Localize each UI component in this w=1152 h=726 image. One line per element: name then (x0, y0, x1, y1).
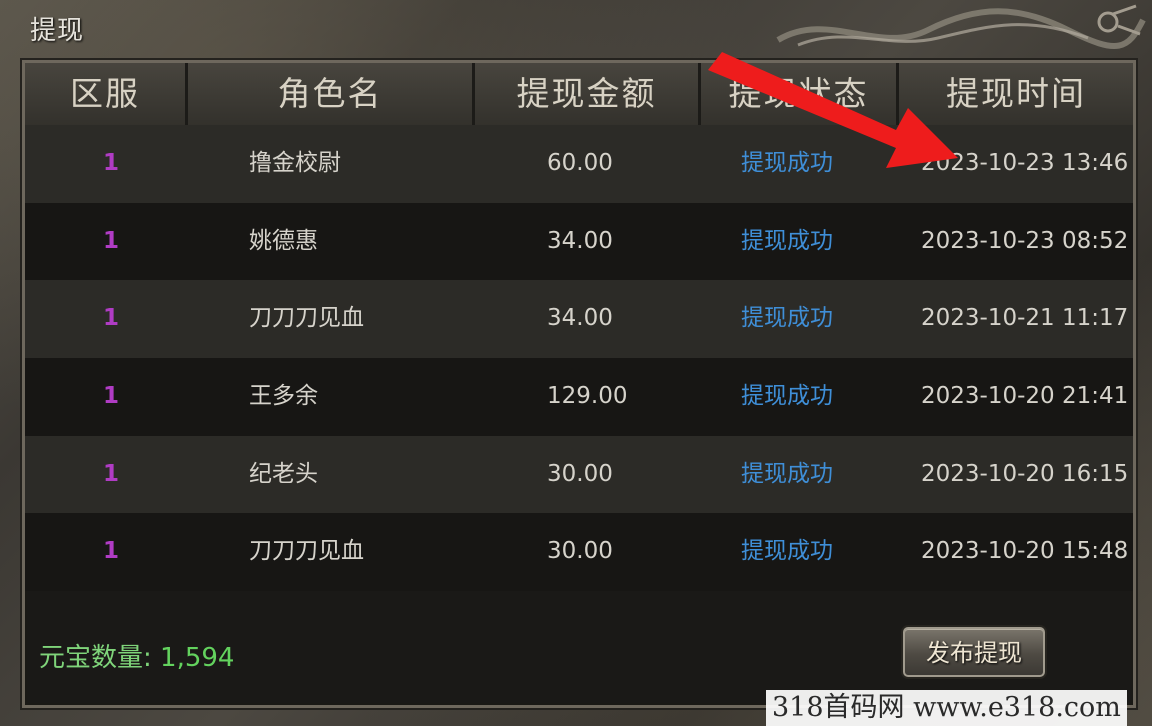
zone-cell: 1 (103, 538, 120, 565)
gold-ingot-balance: 元宝数量: 1,594 (39, 637, 234, 674)
dragon-ornament-icon (776, 4, 1146, 49)
role-name-cell: 刀刀刀见血 (249, 538, 364, 565)
role-name-cell: 纪老头 (249, 460, 318, 487)
amount-cell: 34.00 (547, 227, 613, 254)
window-title: 提现 (30, 16, 85, 46)
amount-cell: 34.00 (547, 305, 613, 332)
time-cell: 2023-10-20 16:15 (921, 460, 1129, 487)
balance-value: 1,594 (160, 643, 235, 673)
role-name-cell: 撸金校尉 (249, 150, 341, 176)
amount-cell: 129.00 (547, 383, 628, 410)
table-row: 1 刀刀刀见血 30.00 提现成功 2023-10-20 15:48 (25, 513, 1133, 592)
table-row: 1 刀刀刀见血 34.00 提现成功 2023-10-21 11:17 (25, 280, 1133, 359)
watermark: 318首码网 www.e318.com (766, 690, 1127, 726)
amount-cell: 30.00 (547, 538, 613, 565)
status-cell: 提现成功 (741, 227, 833, 254)
table-body: 1 撸金校尉 60.00 提现成功 2023-10-23 13:46 1 姚德惠… (25, 125, 1133, 592)
zone-cell: 1 (103, 150, 120, 176)
table-row: 1 王多余 129.00 提现成功 2023-10-20 21:41 (25, 358, 1133, 436)
amount-cell: 30.00 (547, 460, 613, 487)
amount-cell: 60.00 (547, 150, 613, 176)
status-cell: 提现成功 (741, 305, 833, 332)
header-zone: 区服 (25, 63, 188, 125)
time-cell: 2023-10-21 11:17 (921, 305, 1129, 332)
status-cell: 提现成功 (741, 383, 833, 410)
table-row: 1 纪老头 30.00 提现成功 2023-10-20 16:15 (25, 435, 1133, 514)
zone-cell: 1 (103, 383, 120, 410)
red-arrow-icon (708, 52, 958, 168)
header-amount: 提现金额 (475, 63, 701, 125)
header-role-name: 角色名 (188, 63, 475, 125)
table-row: 1 姚德惠 34.00 提现成功 2023-10-23 08:52 (25, 202, 1133, 281)
zone-cell: 1 (103, 305, 120, 332)
withdraw-window: 提现 区服 角色名 提现金额 提现状态 提现时间 1 撸金校尉 60.00 提现… (0, 0, 1152, 726)
status-cell: 提现成功 (741, 538, 833, 565)
balance-label: 元宝数量: (39, 643, 152, 673)
time-cell: 2023-10-23 08:52 (921, 227, 1129, 254)
zone-cell: 1 (103, 227, 120, 254)
status-cell: 提现成功 (741, 460, 833, 487)
role-name-cell: 刀刀刀见血 (249, 305, 364, 332)
time-cell: 2023-10-20 15:48 (921, 538, 1129, 565)
role-name-cell: 姚德惠 (249, 227, 318, 254)
time-cell: 2023-10-20 21:41 (921, 383, 1129, 410)
publish-withdraw-button[interactable]: 发布提现 (903, 627, 1045, 677)
role-name-cell: 王多余 (249, 383, 318, 410)
zone-cell: 1 (103, 460, 120, 487)
